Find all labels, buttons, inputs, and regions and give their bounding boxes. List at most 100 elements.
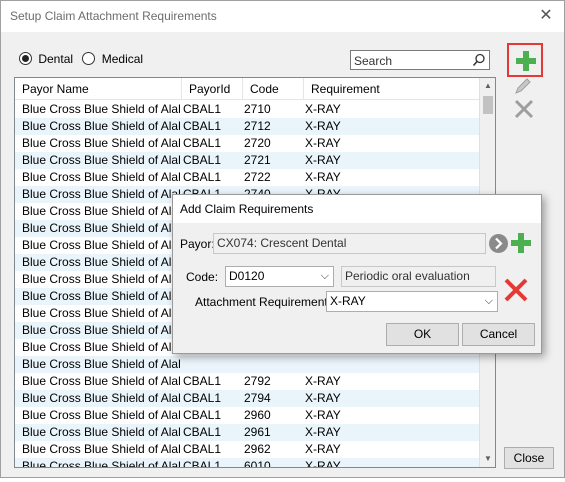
- payorid-cell: CBAL1: [183, 425, 222, 439]
- payor-name-cell: Blue Cross Blue Shield of Alab...: [22, 306, 180, 320]
- payor-name-cell: Blue Cross Blue Shield of Alab...: [22, 187, 180, 201]
- payorid-cell: CBAL1: [183, 442, 222, 456]
- pencil-icon[interactable]: [513, 77, 533, 95]
- payor-name-cell: Blue Cross Blue Shield of Alab...: [22, 153, 180, 167]
- chevron-down-icon: ⌵: [484, 295, 493, 307]
- code-description: Periodic oral evaluation: [345, 269, 470, 283]
- column-header-payor-name[interactable]: Payor Name: [15, 78, 182, 100]
- payor-name-cell: Blue Cross Blue Shield of Alab...: [22, 408, 180, 422]
- requirement-cell: X-RAY: [305, 119, 341, 133]
- window-close-icon[interactable]: ✕: [536, 6, 556, 26]
- payor-name-cell: Blue Cross Blue Shield of Alab...: [22, 170, 180, 184]
- payor-name-cell: Blue Cross Blue Shield of Alab...: [22, 272, 180, 286]
- code-cell: 2962: [244, 442, 271, 456]
- code-label: Code:: [186, 270, 219, 284]
- column-header-requirement[interactable]: Requirement: [304, 78, 481, 100]
- setup-claim-window: Setup Claim Attachment Requirements ✕ De…: [0, 0, 565, 478]
- requirement-cell: X-RAY: [305, 153, 341, 167]
- payorid-cell: CBAL1: [183, 459, 222, 468]
- payorid-cell: CBAL1: [183, 374, 222, 388]
- payor-field[interactable]: CX074: Crescent Dental: [213, 233, 486, 254]
- close-button[interactable]: Close: [504, 447, 554, 469]
- payor-name-cell: Blue Cross Blue Shield of Alab...: [22, 459, 180, 468]
- payorid-cell: CBAL1: [183, 153, 222, 167]
- requirement-cell: X-RAY: [305, 374, 341, 388]
- scroll-down-icon[interactable]: ▼: [483, 454, 493, 464]
- code-cell: 2961: [244, 425, 271, 439]
- table-row[interactable]: Blue Cross Blue Shield of Alab...CBAL1 27…: [15, 373, 481, 390]
- medical-radio[interactable]: [82, 52, 96, 66]
- add-requirement-button[interactable]: [507, 43, 543, 77]
- table-row[interactable]: Blue Cross Blue Shield of Alab... CBAL1 29…: [15, 441, 481, 458]
- table-row[interactable]: Blue Cross Blue Shield of Alab...CBAL1 27…: [15, 135, 481, 152]
- payor-name-cell: Blue Cross Blue Shield of Alab...: [22, 374, 180, 388]
- arrow-right-circle-icon[interactable]: [488, 233, 509, 254]
- window-title: Setup Claim Attachment Requirements: [10, 9, 217, 23]
- requirement-cell: X-RAY: [305, 170, 341, 184]
- payor-name-cell: Blue Cross Blue Shield of Alab...: [22, 221, 180, 235]
- payorid-cell: CBAL1: [183, 119, 222, 133]
- payor-name-cell: Blue Cross Blue Shield of Alab...: [22, 119, 180, 133]
- code-cell: 2794: [244, 391, 271, 405]
- payorid-cell: CBAL1: [183, 408, 222, 422]
- requirement-cell: X-RAY: [305, 391, 341, 405]
- code-cell: 2792: [244, 374, 271, 388]
- scroll-thumb[interactable]: [483, 96, 493, 114]
- table-row[interactable]: Blue Cross Blue Shield of Alab...: [15, 356, 481, 373]
- attachment-requirement-label: Attachment Requirement:: [195, 295, 332, 309]
- add-claim-requirements-dialog: Add Claim Requirements Payor: CX074: Cre…: [172, 194, 542, 354]
- payorid-cell: CBAL1: [183, 170, 222, 184]
- table-row[interactable]: Blue Cross Blue Shield of Alab...CBAL1 27…: [15, 169, 481, 186]
- table-row[interactable]: Blue Cross Blue Shield of Alab... CBAL1 60…: [15, 458, 481, 468]
- payor-label: Payor:: [180, 237, 215, 251]
- code-value: D0120: [229, 269, 265, 283]
- payorid-cell: CBAL1: [183, 102, 222, 116]
- plus-icon: [516, 51, 536, 71]
- table-row[interactable]: Blue Cross Blue Shield of Alab...CBAL1 27…: [15, 152, 481, 169]
- search-placeholder: Search: [354, 54, 393, 68]
- dental-radio[interactable]: [19, 52, 32, 66]
- scroll-up-icon[interactable]: ▲: [483, 81, 493, 91]
- ok-button[interactable]: OK: [386, 323, 459, 346]
- cancel-button[interactable]: Cancel: [462, 323, 535, 346]
- code-cell: 2722: [244, 170, 271, 184]
- dialog-title: Add Claim Requirements: [173, 195, 541, 223]
- code-cell: 2710: [244, 102, 271, 116]
- requirement-cell: X-RAY: [305, 136, 341, 150]
- add-payor-plus-icon[interactable]: [510, 232, 532, 254]
- search-input[interactable]: Search: [350, 50, 490, 70]
- medical-radio-label[interactable]: Medical: [102, 52, 143, 66]
- title-bar: Setup Claim Attachment Requirements ✕: [1, 1, 564, 32]
- table-row[interactable]: Blue Cross Blue Shield of Alab...CBAL1 27…: [15, 101, 481, 118]
- column-header-payorid[interactable]: PayorId: [182, 78, 243, 100]
- payor-name-cell: Blue Cross Blue Shield of Alab...: [22, 289, 180, 303]
- payor-name-cell: Blue Cross Blue Shield of Alab...: [22, 391, 180, 405]
- table-row[interactable]: Blue Cross Blue Shield of Alab... CBAL1 29…: [15, 407, 481, 424]
- payor-name-cell: Blue Cross Blue Shield of Alab...: [22, 357, 180, 371]
- code-cell: 2721: [244, 153, 271, 167]
- dental-radio-label[interactable]: Dental: [38, 52, 73, 66]
- code-cell: 2720: [244, 136, 271, 150]
- attachment-requirement-select[interactable]: X-RAY ⌵: [326, 291, 498, 312]
- payor-name-cell: Blue Cross Blue Shield of Alab...: [22, 136, 180, 150]
- payor-name-cell: Blue Cross Blue Shield of Alab...: [22, 238, 180, 252]
- requirement-cell: X-RAY: [305, 408, 341, 422]
- search-icon[interactable]: [472, 53, 486, 67]
- delete-icon[interactable]: [513, 98, 535, 120]
- payor-type-filter: Dental Medical: [19, 51, 149, 69]
- payor-name-cell: Blue Cross Blue Shield of Alab...: [22, 425, 180, 439]
- code-cell: 2960: [244, 408, 271, 422]
- requirement-cell: X-RAY: [305, 425, 341, 439]
- table-row[interactable]: Blue Cross Blue Shield of Alab...CBAL1 27…: [15, 118, 481, 135]
- payorid-cell: CBAL1: [183, 391, 222, 405]
- column-header-code[interactable]: Code: [243, 78, 304, 100]
- table-row[interactable]: Blue Cross Blue Shield of Alab... CBAL1 29…: [15, 424, 481, 441]
- clear-code-x-icon[interactable]: [503, 277, 529, 303]
- payor-value: CX074: Crescent Dental: [217, 236, 347, 250]
- table-header: Payor Name PayorId Code Requirement: [15, 78, 481, 100]
- payor-name-cell: Blue Cross Blue Shield of Alab...: [22, 102, 180, 116]
- payor-name-cell: Blue Cross Blue Shield of Alab...: [22, 442, 180, 456]
- table-row[interactable]: Blue Cross Blue Shield of Alab...CBAL1 27…: [15, 390, 481, 407]
- requirement-cell: X-RAY: [305, 442, 341, 456]
- code-select[interactable]: D0120 ⌵: [225, 266, 334, 287]
